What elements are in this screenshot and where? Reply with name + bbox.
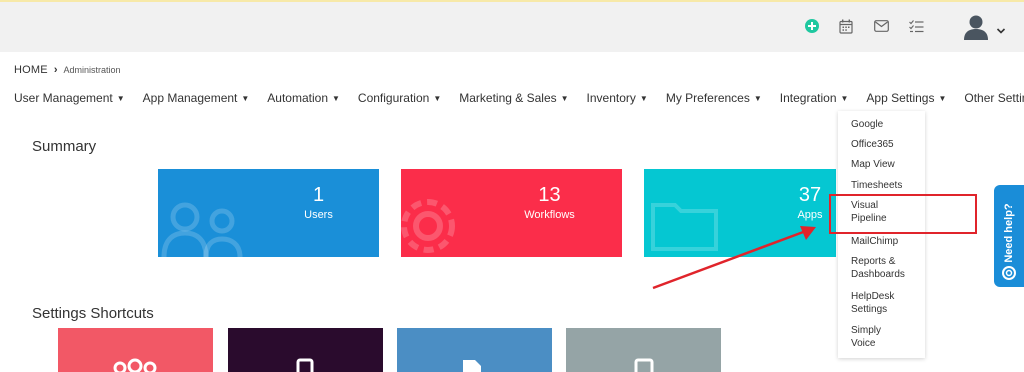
nav-inventory[interactable]: Inventory ▼ (587, 91, 648, 105)
settings-shortcuts-title: Settings Shortcuts (32, 305, 154, 322)
phone-icon (296, 358, 314, 372)
top-bar (0, 0, 1024, 52)
chevron-down-icon: ▼ (938, 93, 947, 103)
workflows-label: Workflows (524, 209, 575, 221)
breadcrumb-separator: › (53, 64, 58, 76)
nav-item-label: Automation (267, 91, 328, 105)
breadcrumb-current: Administration (63, 65, 121, 75)
nav-app-management[interactable]: App Management ▼ (143, 91, 250, 105)
workflows-count: 13 (538, 184, 561, 206)
nav-marketing-sales[interactable]: Marketing & Sales ▼ (459, 91, 568, 105)
document-icon (463, 360, 481, 372)
chevron-down-icon: ▼ (560, 93, 569, 103)
nav-item-label: App Management (142, 91, 238, 105)
mail-icon[interactable] (871, 16, 891, 36)
chevron-down-icon: ▼ (241, 93, 250, 103)
dropdown-item-office365[interactable]: Office365 (851, 138, 894, 151)
chevron-down-icon[interactable] (996, 22, 1006, 34)
settings-nav: User Management ▼ App Management ▼ Automat… (14, 91, 1024, 105)
dropdown-item-mailchimp[interactable]: MailChimp (851, 235, 898, 248)
dropdown-item-simply-voice[interactable]: Simply Voice (851, 324, 891, 350)
apps-count: 37 (798, 184, 822, 206)
chevron-down-icon: ▼ (753, 93, 762, 103)
dropdown-item-google[interactable]: Google (851, 118, 883, 131)
summary-title: Summary (32, 138, 97, 155)
lifebuoy-icon (1002, 266, 1016, 280)
nav-my-preferences[interactable]: My Preferences ▼ (666, 91, 762, 105)
dropdown-item-map-view[interactable]: Map View (851, 158, 895, 171)
nav-automation[interactable]: Automation ▼ (267, 91, 340, 105)
need-help-label: Need help? (1003, 203, 1015, 263)
nav-item-label: User Management (14, 91, 113, 105)
chevron-down-icon: ▼ (332, 93, 340, 103)
dropdown-item-reports-dashboards[interactable]: Reports & Dashboards (851, 255, 919, 281)
chevron-down-icon: ▼ (433, 93, 442, 103)
user-avatar-icon[interactable] (962, 13, 990, 41)
shortcut-tile-phone[interactable] (228, 328, 383, 372)
chevron-down-icon: ▼ (639, 93, 648, 103)
app-settings-dropdown: Google Office365 Map View Timesheets Vis… (838, 111, 925, 358)
nav-user-management[interactable]: User Management ▼ (14, 91, 125, 105)
nav-item-label: My Preferences (665, 91, 750, 105)
summary-card-users[interactable]: 1 Users (158, 169, 379, 257)
chevron-down-icon: ▼ (116, 93, 125, 103)
plus-circle-icon[interactable] (802, 16, 822, 36)
nav-item-label: Integration (779, 91, 837, 105)
shortcut-tile-users[interactable] (58, 328, 213, 372)
device-icon (634, 358, 654, 372)
annotation-arrow (652, 226, 816, 290)
dropdown-item-helpdesk-settings[interactable]: HelpDesk Settings (851, 290, 909, 316)
nav-item-label: Marketing & Sales (459, 91, 557, 105)
nav-app-settings[interactable]: App Settings ▼ (866, 91, 946, 105)
shortcut-tile-device[interactable] (566, 328, 721, 372)
nav-other-settings[interactable]: Other Settings▼ (964, 91, 1024, 105)
shortcut-tile-document[interactable] (397, 328, 552, 372)
calendar-icon[interactable] (836, 16, 856, 36)
breadcrumb: HOME › Administration (14, 64, 121, 76)
nav-item-label: Configuration (357, 91, 430, 105)
need-help-tab[interactable]: Need help? (994, 185, 1024, 287)
highlight-box (829, 194, 977, 234)
people-icon (113, 358, 157, 372)
users-count: 1 (312, 184, 325, 206)
summary-card-workflows[interactable]: 13 Workflows (401, 169, 622, 257)
users-label: Users (304, 209, 333, 221)
dropdown-item-timesheets[interactable]: Timesheets (851, 179, 902, 192)
task-list-icon[interactable] (906, 16, 926, 36)
nav-integration[interactable]: Integration ▼ (780, 91, 849, 105)
nav-item-label: Inventory (586, 91, 636, 105)
users-icon (161, 202, 243, 257)
chevron-down-icon: ▼ (840, 93, 849, 103)
nav-item-label: App Settings (866, 91, 935, 105)
nav-configuration[interactable]: Configuration ▼ (358, 91, 441, 105)
breadcrumb-home[interactable]: HOME (14, 64, 48, 76)
nav-item-label: Other Settings (964, 91, 1024, 105)
